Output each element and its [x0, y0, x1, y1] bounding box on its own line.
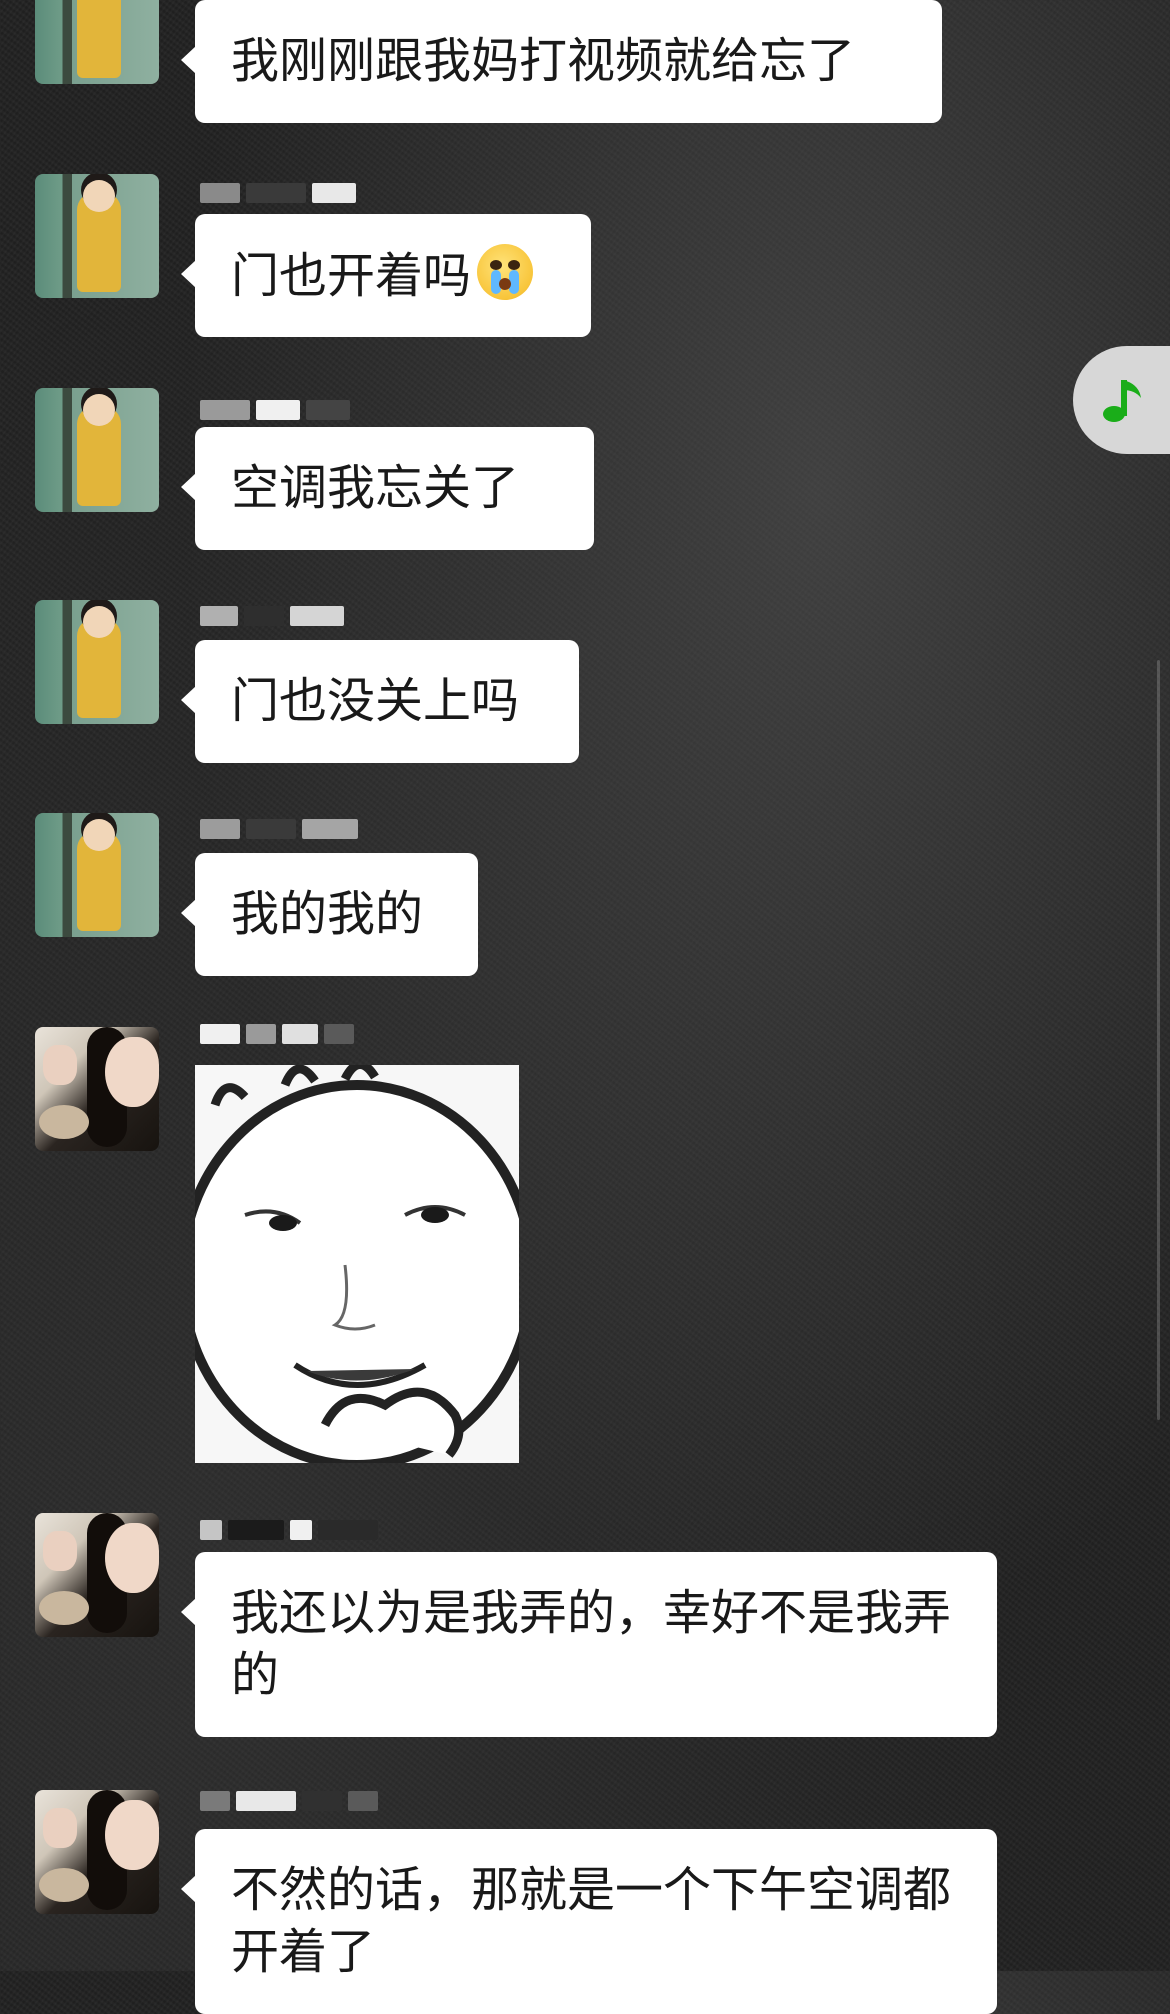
redaction-block	[318, 1520, 378, 1540]
avatar-cup	[39, 1868, 89, 1902]
redaction-block	[302, 1791, 342, 1811]
avatar-hand	[43, 1045, 77, 1085]
message-bubble[interactable]: 我还以为是我弄的，幸好不是我弄的	[181, 1552, 997, 1737]
avatar[interactable]	[35, 0, 159, 84]
floating-music-button[interactable]	[1073, 346, 1170, 454]
avatar[interactable]	[35, 174, 159, 298]
redaction-block	[306, 400, 350, 420]
scrollbar[interactable]	[1157, 660, 1160, 1420]
sender-nickname-redacted	[200, 179, 356, 207]
redaction-block	[200, 1520, 222, 1540]
avatar-hand	[43, 1531, 77, 1571]
avatar-head	[83, 180, 115, 212]
avatar[interactable]	[35, 1790, 159, 1914]
redaction-block	[244, 606, 284, 626]
message-bubble[interactable]: 门也开着吗	[181, 214, 591, 337]
redaction-block	[348, 1791, 378, 1811]
message-text: 门也没关上吗	[231, 673, 520, 729]
message-text: 我还以为是我弄的，幸好不是我弄的	[231, 1585, 952, 1703]
avatar[interactable]	[35, 388, 159, 512]
redaction-block	[290, 1520, 312, 1540]
avatar-cup	[39, 1591, 89, 1625]
message-text: 不然的话，那就是一个下午空调都开着了	[231, 1862, 952, 1980]
redaction-block	[246, 183, 306, 203]
crying-face-emoji	[477, 244, 534, 300]
redaction-block	[324, 1024, 354, 1044]
sender-nickname-redacted	[200, 396, 350, 424]
sender-nickname-redacted	[200, 1787, 378, 1815]
redaction-block	[200, 400, 250, 420]
redaction-block	[200, 1791, 230, 1811]
avatar-head	[83, 394, 115, 426]
avatar-head	[83, 606, 115, 638]
smiling-face-sticker[interactable]	[195, 1065, 519, 1463]
avatar[interactable]	[35, 1027, 159, 1151]
redaction-block	[246, 1024, 276, 1044]
redaction-block	[282, 1024, 318, 1044]
message-text: 门也开着吗	[231, 248, 472, 304]
redaction-block	[290, 606, 344, 626]
avatar[interactable]	[35, 813, 159, 937]
redaction-block	[246, 819, 296, 839]
message-bubble[interactable]: 门也没关上吗	[181, 640, 579, 763]
redaction-block	[200, 1024, 240, 1044]
avatar[interactable]	[35, 600, 159, 724]
redaction-block	[312, 183, 356, 203]
message-text: 我的我的	[231, 886, 424, 942]
avatar-hand	[43, 1808, 77, 1848]
redaction-block	[200, 183, 240, 203]
avatar-figure	[77, 0, 121, 78]
redaction-block	[228, 1520, 284, 1540]
avatar-face	[105, 1523, 159, 1593]
message-text: 空调我忘关了	[231, 460, 520, 516]
redaction-block	[236, 1791, 296, 1811]
sender-nickname-redacted	[200, 815, 358, 843]
message-bubble[interactable]: 我刚刚跟我妈打视频就给忘了	[181, 0, 942, 123]
music-note-icon	[1103, 380, 1141, 422]
avatar[interactable]	[35, 1513, 159, 1637]
sticker-drawing	[195, 1065, 519, 1463]
redaction-block	[256, 400, 300, 420]
sender-nickname-redacted	[200, 602, 344, 630]
message-bubble[interactable]: 空调我忘关了	[181, 427, 594, 550]
avatar-cup	[39, 1105, 89, 1139]
redaction-block	[302, 819, 358, 839]
sender-nickname-redacted	[200, 1020, 354, 1048]
chat-area[interactable]: 我刚刚跟我妈打视频就给忘了 门也开着吗 空调我忘关了 门也没关上吗 我的我的 我…	[0, 0, 1170, 2014]
avatar-head	[83, 819, 115, 851]
redaction-block	[200, 606, 238, 626]
message-bubble[interactable]: 我的我的	[181, 853, 478, 976]
avatar-face	[105, 1800, 159, 1870]
message-bubble[interactable]: 不然的话，那就是一个下午空调都开着了	[181, 1829, 997, 2014]
redaction-block	[200, 819, 240, 839]
avatar-face	[105, 1037, 159, 1107]
sender-nickname-redacted	[200, 1516, 378, 1544]
message-text: 我刚刚跟我妈打视频就给忘了	[231, 33, 856, 89]
